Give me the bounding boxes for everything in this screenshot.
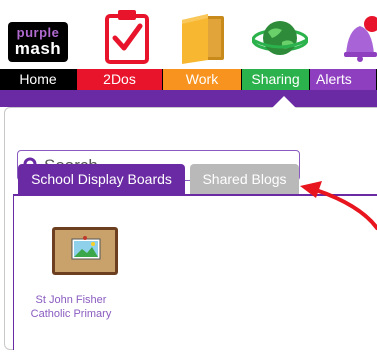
app-window: purple mash Home 2Dos Work Sharing Alert… — [0, 0, 377, 354]
annotation-arrow — [300, 181, 377, 230]
